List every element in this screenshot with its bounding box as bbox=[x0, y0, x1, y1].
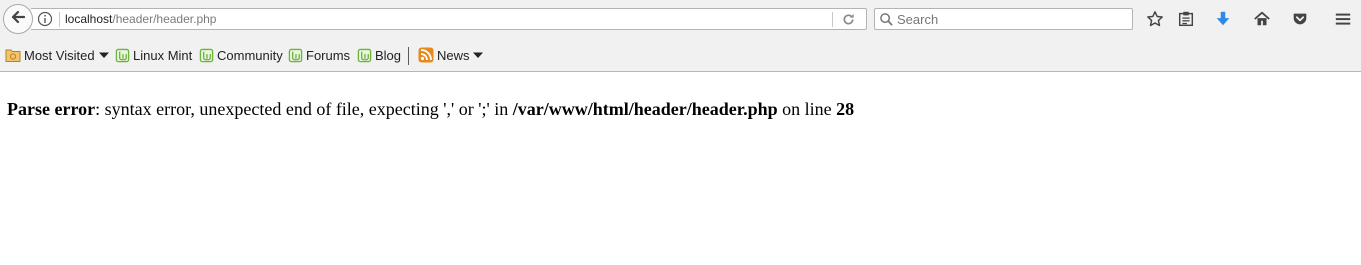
search-bar[interactable] bbox=[874, 8, 1133, 30]
bookmark-label: Forums bbox=[306, 47, 351, 63]
search-input[interactable] bbox=[897, 10, 1127, 28]
chevron-down-icon bbox=[472, 52, 483, 58]
bookmark-news[interactable]: News bbox=[418, 46, 484, 64]
bookmarks-toolbar: Most Visited Linux Mint Community Forums… bbox=[0, 41, 1361, 69]
url-host: localhost bbox=[65, 12, 113, 26]
bookmark-linux-mint[interactable]: Linux Mint bbox=[115, 46, 192, 64]
browser-chrome: localhost/header/header.php Search Most … bbox=[0, 0, 1361, 72]
bookmark-label: Most Visited bbox=[24, 47, 95, 63]
url-separator-right bbox=[832, 12, 833, 27]
mint-logo-icon bbox=[357, 48, 372, 62]
url-bar[interactable]: localhost/header/header.php bbox=[31, 8, 867, 30]
bookmark-label: Blog bbox=[375, 47, 402, 63]
mint-logo-icon bbox=[199, 48, 214, 62]
bookmark-label: Linux Mint bbox=[133, 47, 193, 63]
back-arrow-icon bbox=[9, 8, 27, 31]
bookmark-forums[interactable]: Forums bbox=[288, 46, 350, 64]
error-on-line-text: on line bbox=[777, 99, 837, 119]
folder-icon bbox=[5, 49, 21, 62]
bookmark-blog[interactable]: Blog bbox=[357, 46, 401, 64]
error-text: : syntax error, unexpected end of file, … bbox=[95, 99, 513, 119]
error-label: Parse error bbox=[7, 99, 96, 119]
bookmark-community[interactable]: Community bbox=[199, 46, 283, 64]
php-error-message: Parse error: syntax error, unexpected en… bbox=[7, 98, 854, 120]
bookmarks-separator bbox=[408, 47, 409, 65]
search-icon bbox=[879, 12, 894, 27]
url-separator bbox=[59, 12, 60, 27]
error-line-number: 28 bbox=[836, 99, 855, 119]
mint-logo-icon bbox=[115, 48, 130, 62]
reload-icon[interactable] bbox=[841, 12, 856, 27]
menu-icon[interactable] bbox=[1333, 9, 1353, 29]
back-button[interactable] bbox=[3, 4, 33, 34]
bookmark-most-visited[interactable]: Most Visited bbox=[5, 46, 110, 64]
reading-list-icon[interactable] bbox=[1176, 9, 1196, 29]
bookmark-label: News bbox=[437, 47, 470, 63]
pocket-icon[interactable] bbox=[1290, 9, 1310, 29]
mint-logo-icon bbox=[288, 48, 303, 62]
bookmark-label: Community bbox=[217, 47, 283, 63]
home-icon[interactable] bbox=[1252, 9, 1272, 29]
bookmark-star-icon[interactable] bbox=[1145, 9, 1165, 29]
rss-feed-icon bbox=[418, 47, 434, 63]
url-text[interactable]: localhost/header/header.php bbox=[65, 11, 216, 27]
url-path: /header/header.php bbox=[112, 12, 217, 26]
info-icon[interactable] bbox=[37, 11, 53, 27]
navigation-toolbar: localhost/header/header.php bbox=[0, 0, 1361, 38]
chevron-down-icon bbox=[98, 52, 109, 58]
downloads-icon[interactable] bbox=[1213, 9, 1233, 29]
error-file-path: /var/www/html/header/header.php bbox=[512, 99, 778, 119]
